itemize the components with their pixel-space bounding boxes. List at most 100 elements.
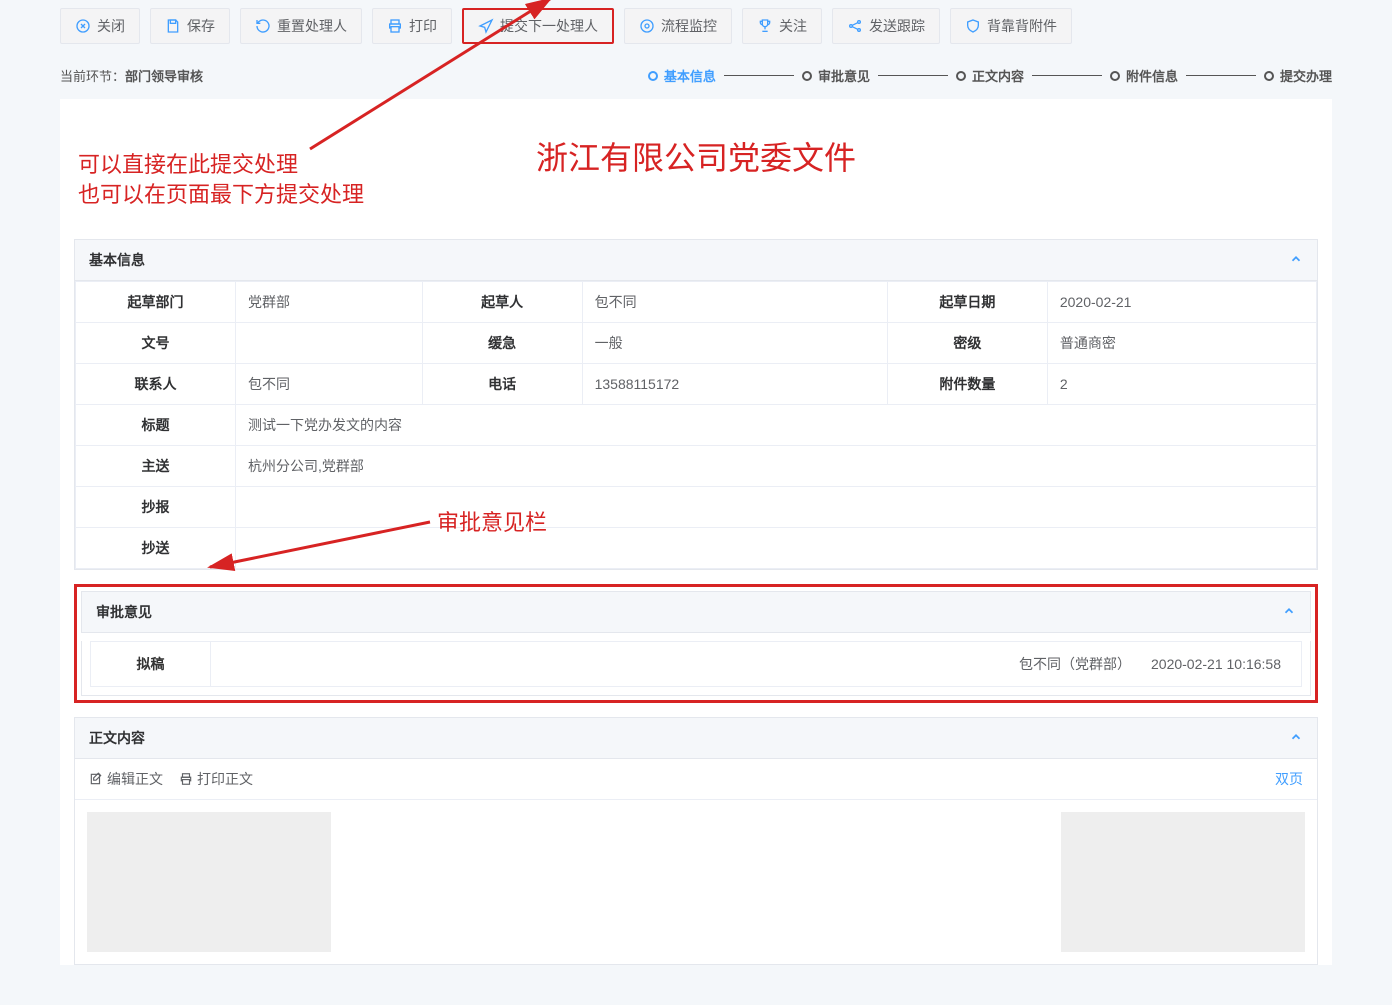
secret-label: 密级 [887, 323, 1047, 364]
chevron-up-icon[interactable] [1289, 730, 1303, 747]
crumb-label: 提交办理 [1280, 66, 1332, 85]
table-row: 抄报 [76, 487, 1317, 528]
paper-preview [331, 812, 1062, 952]
crumb-separator [1186, 75, 1256, 76]
date-value: 2020-02-21 [1047, 282, 1316, 323]
close-icon [75, 18, 91, 34]
approval-header[interactable]: 审批意见 [81, 591, 1311, 633]
follow-button[interactable]: 关注 [742, 8, 822, 44]
save-icon [165, 18, 181, 34]
draft-label: 拟稿 [91, 642, 211, 686]
crumb-separator [878, 75, 948, 76]
dept-label: 起草部门 [76, 282, 236, 323]
chevron-up-icon[interactable] [1282, 604, 1296, 621]
submit-next-handler-button[interactable]: 提交下一处理人 [462, 8, 614, 44]
drafter-value: 包不同 [582, 282, 887, 323]
edit-content-label: 编辑正文 [107, 769, 163, 789]
cc-value [236, 487, 1317, 528]
crumb-label: 基本信息 [664, 66, 716, 85]
send-track-button[interactable]: 发送跟踪 [832, 8, 940, 44]
b2b-attach-button[interactable]: 背靠背附件 [950, 8, 1072, 44]
toolbar: 关闭 保存 重置处理人 打印 提交下一处理人 流程监控 关注 发送跟踪 背靠背附… [0, 0, 1392, 52]
docno-label: 文号 [76, 323, 236, 364]
shield-icon [965, 18, 981, 34]
cc2-label: 抄送 [76, 528, 236, 569]
crumb-approval[interactable]: 审批意见 [802, 66, 870, 85]
crumb-separator [1032, 75, 1102, 76]
basic-info-title: 基本信息 [89, 250, 145, 270]
attach-value: 2 [1047, 364, 1316, 405]
cc2-value [236, 528, 1317, 569]
save-button[interactable]: 保存 [150, 8, 230, 44]
flow-monitor-button[interactable]: 流程监控 [624, 8, 732, 44]
dot-icon [1110, 71, 1120, 81]
attach-label: 附件数量 [887, 364, 1047, 405]
title-label: 标题 [76, 405, 236, 446]
approval-content: 包不同（党群部） 2020-02-21 10:16:58 [211, 642, 1301, 686]
table-row: 起草部门 党群部 起草人 包不同 起草日期 2020-02-21 [76, 282, 1317, 323]
crumb-attachment[interactable]: 附件信息 [1110, 66, 1178, 85]
cc-label: 抄报 [76, 487, 236, 528]
basic-info-body: 起草部门 党群部 起草人 包不同 起草日期 2020-02-21 文号 缓急 一… [74, 281, 1318, 570]
phone-label: 电话 [422, 364, 582, 405]
send-icon [478, 18, 494, 34]
secret-value: 普通商密 [1047, 323, 1316, 364]
crumb-content[interactable]: 正文内容 [956, 66, 1024, 85]
docno-value [236, 323, 423, 364]
print-button[interactable]: 打印 [372, 8, 452, 44]
submit-next-label: 提交下一处理人 [500, 16, 598, 36]
mainsend-value: 杭州分公司,党群部 [236, 446, 1317, 487]
print-icon [179, 772, 193, 786]
content-actions: 编辑正文 打印正文 双页 [75, 759, 1317, 800]
approval-panel: 审批意见 拟稿 包不同（党群部） 2020-02-21 10:16:58 [74, 584, 1318, 703]
urgency-value: 一般 [582, 323, 887, 364]
title-value: 测试一下党办发文的内容 [236, 405, 1317, 446]
reset-handler-label: 重置处理人 [277, 16, 347, 36]
crumb-label: 附件信息 [1126, 66, 1178, 85]
reset-handler-button[interactable]: 重置处理人 [240, 8, 362, 44]
content-panel: 正文内容 编辑正文 打印正文 双页 [74, 717, 1318, 965]
table-row: 标题 测试一下党办发文的内容 [76, 405, 1317, 446]
table-row: 抄送 [76, 528, 1317, 569]
dot-icon [802, 71, 812, 81]
dot-icon [956, 71, 966, 81]
mainsend-label: 主送 [76, 446, 236, 487]
subheader: 当前环节：部门领导审核 基本信息 审批意见 正文内容 附件信息 提交办理 [0, 52, 1392, 99]
chevron-up-icon[interactable] [1289, 252, 1303, 269]
table-row: 联系人 包不同 电话 13588115172 附件数量 2 [76, 364, 1317, 405]
print-content-link[interactable]: 打印正文 [179, 769, 253, 789]
follow-label: 关注 [779, 16, 807, 36]
edit-content-link[interactable]: 编辑正文 [89, 769, 163, 789]
dual-page-link[interactable]: 双页 [1275, 769, 1303, 789]
print-label: 打印 [409, 16, 437, 36]
document-title: 浙江有限公司党委文件 [60, 99, 1332, 239]
crumb-basic[interactable]: 基本信息 [648, 66, 716, 85]
print-icon [387, 18, 403, 34]
contact-label: 联系人 [76, 364, 236, 405]
crumb-separator [724, 75, 794, 76]
stage-value: 部门领导审核 [125, 69, 203, 84]
close-button[interactable]: 关闭 [60, 8, 140, 44]
crumb-submit[interactable]: 提交办理 [1264, 66, 1332, 85]
content-preview [87, 812, 1305, 952]
trophy-icon [757, 18, 773, 34]
content-title: 正文内容 [89, 728, 145, 748]
dot-icon [1264, 71, 1274, 81]
share-icon [847, 18, 863, 34]
basic-info-header[interactable]: 基本信息 [74, 239, 1318, 281]
edit-icon [89, 772, 103, 786]
approval-timestamp: 2020-02-21 10:16:58 [1151, 656, 1281, 672]
breadcrumb: 基本信息 审批意见 正文内容 附件信息 提交办理 [648, 66, 1332, 85]
page-body: 可以直接在此提交处理 也可以在页面最下方提交处理 审批意见栏 浙江有限公司党委文… [60, 99, 1332, 965]
crumb-label: 审批意见 [818, 66, 870, 85]
approval-title: 审批意见 [96, 602, 152, 622]
flow-monitor-label: 流程监控 [661, 16, 717, 36]
dual-page-label: 双页 [1275, 769, 1303, 789]
table-row: 主送 杭州分公司,党群部 [76, 446, 1317, 487]
table-row: 文号 缓急 一般 密级 普通商密 [76, 323, 1317, 364]
contact-value: 包不同 [236, 364, 423, 405]
close-label: 关闭 [97, 16, 125, 36]
phone-value: 13588115172 [582, 364, 887, 405]
content-header[interactable]: 正文内容 [74, 717, 1318, 759]
drafter-label: 起草人 [422, 282, 582, 323]
